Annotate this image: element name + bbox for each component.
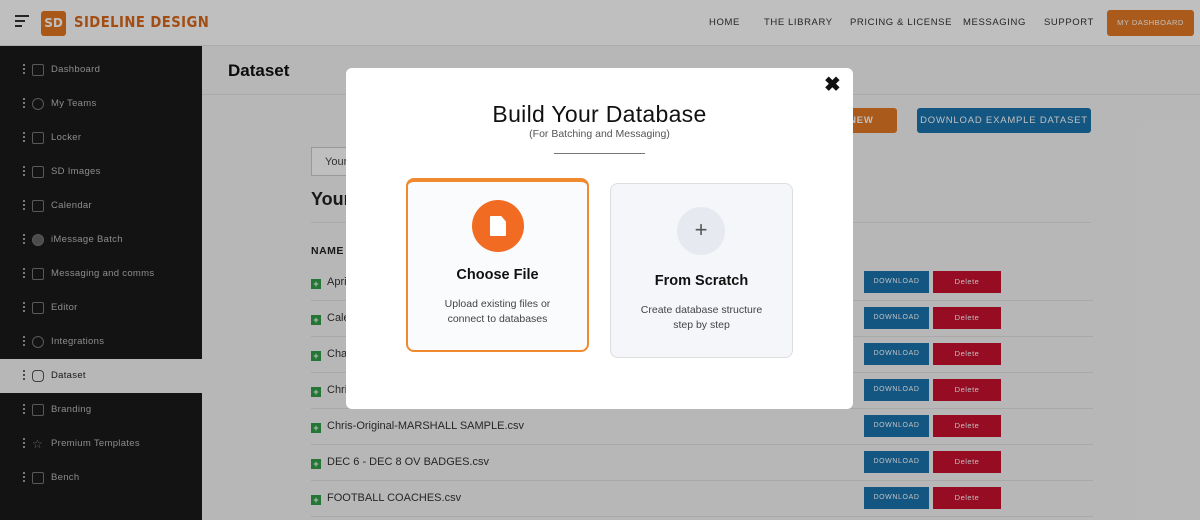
modal-title: Build Your Database — [492, 101, 707, 127]
choose-file-desc-line2: connect to databases — [447, 313, 548, 325]
from-scratch-title: From Scratch — [654, 273, 749, 289]
close-icon[interactable]: ✖ — [824, 72, 841, 97]
modal-subtitle: (For Batching and Messaging) — [529, 128, 670, 140]
choose-file-title: Choose File — [456, 267, 539, 283]
choose-file-desc-line1: Upload existing files or — [444, 298, 551, 310]
file-icon — [490, 216, 506, 236]
modal-divider — [554, 153, 645, 154]
from-scratch-desc-line2: step by step — [673, 319, 730, 331]
from-scratch-desc-line1: Create database structure — [640, 304, 763, 316]
plus-icon: + — [677, 207, 725, 255]
